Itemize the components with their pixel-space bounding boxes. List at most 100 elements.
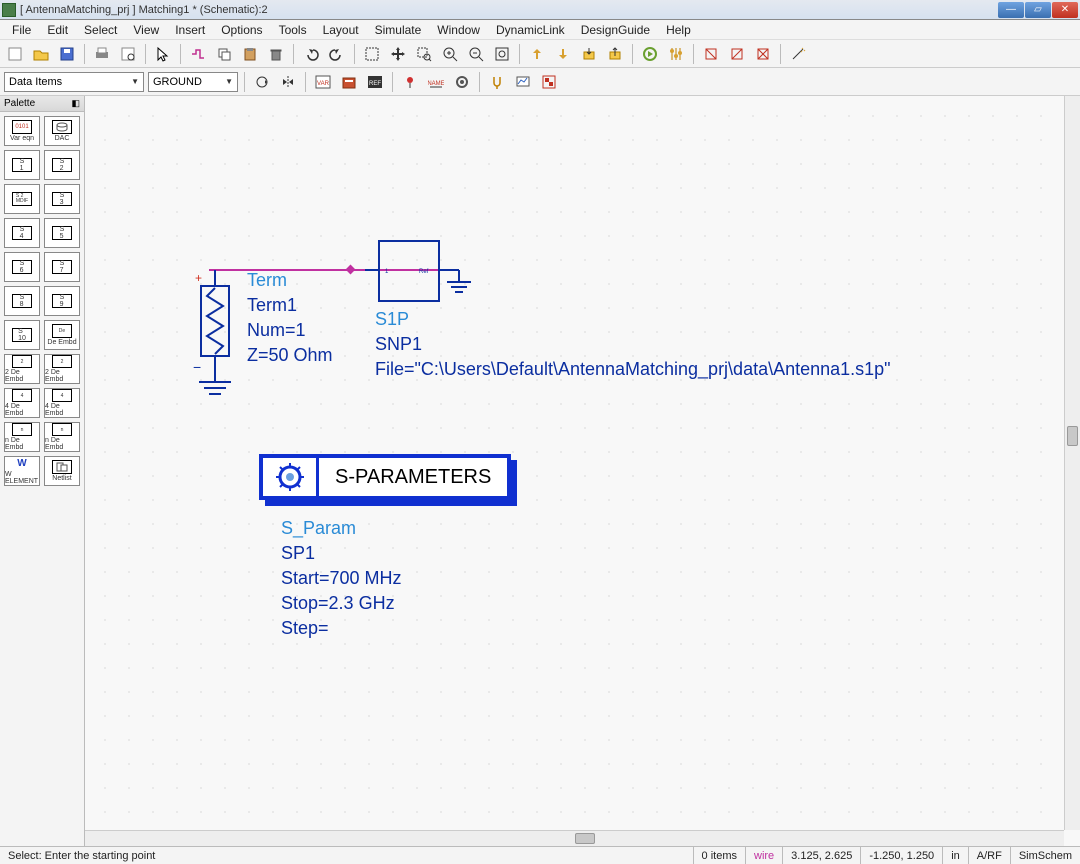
pop-button[interactable]	[604, 43, 626, 65]
save-button[interactable]	[56, 43, 78, 65]
deactivate-button[interactable]	[700, 43, 722, 65]
term-z-label[interactable]: Z=50 Ohm	[247, 345, 333, 366]
palette-s7[interactable]: S7S 7	[44, 252, 80, 282]
component-library-button[interactable]	[338, 71, 360, 93]
palette-deembd-4b[interactable]: 44 De Embd	[44, 388, 80, 418]
menu-dynamiclink[interactable]: DynamicLink	[488, 21, 573, 39]
vertical-scrollbar[interactable]	[1064, 96, 1080, 830]
undo-button[interactable]	[300, 43, 322, 65]
menu-layout[interactable]: Layout	[315, 21, 367, 39]
pointer-button[interactable]	[152, 43, 174, 65]
sparam-type-label[interactable]: S_Param	[281, 518, 356, 539]
layout-button[interactable]	[538, 71, 560, 93]
gear-button[interactable]	[451, 71, 473, 93]
sparam-stop-label[interactable]: Stop=2.3 GHz	[281, 593, 395, 614]
palette-s2mdif[interactable]: S 2MDIFS 2 MDIF	[4, 184, 40, 214]
mirror-button[interactable]	[277, 71, 299, 93]
tune-button[interactable]	[665, 43, 687, 65]
palette-s6[interactable]: S6S 6	[4, 252, 40, 282]
hierarchy-up-button[interactable]	[526, 43, 548, 65]
menu-insert[interactable]: Insert	[167, 21, 213, 39]
close-button[interactable]: ✕	[1052, 2, 1078, 18]
zoom-in-button[interactable]	[439, 43, 461, 65]
snp-file-label[interactable]: File="C:\Users\Default\AntennaMatching_p…	[375, 359, 891, 380]
push-button[interactable]	[578, 43, 600, 65]
port-button[interactable]	[399, 71, 421, 93]
print-preview-button[interactable]	[117, 43, 139, 65]
delete-button[interactable]	[265, 43, 287, 65]
palette-s3[interactable]: S3S 3	[44, 184, 80, 214]
tuning-fork-button[interactable]	[486, 71, 508, 93]
palette-netlist[interactable]: Netlist	[44, 456, 80, 486]
paste-button[interactable]	[239, 43, 261, 65]
open-circuit-button[interactable]	[752, 43, 774, 65]
menu-tools[interactable]: Tools	[271, 21, 315, 39]
open-button[interactable]	[30, 43, 52, 65]
menu-file[interactable]: File	[4, 21, 39, 39]
palette-s8[interactable]: S8S 8	[4, 286, 40, 316]
scrollbar-thumb[interactable]	[575, 833, 595, 844]
scrollbar-thumb[interactable]	[1067, 426, 1078, 446]
hierarchy-down-button[interactable]	[552, 43, 574, 65]
menu-simulate[interactable]: Simulate	[367, 21, 430, 39]
category-combo[interactable]: Data Items▼	[4, 72, 144, 92]
new-button[interactable]	[4, 43, 26, 65]
palette-dac[interactable]: DAC	[44, 116, 80, 146]
schematic-canvas[interactable]: + − Term Term1 Num=1 Z=50 Ohm 1 Ref	[85, 96, 1064, 830]
simulate-button[interactable]	[639, 43, 661, 65]
palette-s9[interactable]: S9S 9	[44, 286, 80, 316]
data-display-button[interactable]	[512, 71, 534, 93]
maximize-button[interactable]: ▱	[1025, 2, 1051, 18]
palette-s10[interactable]: S10S 10	[4, 320, 40, 350]
palette-deembd-2a[interactable]: 22 De Embd	[4, 354, 40, 384]
copy-button[interactable]	[213, 43, 235, 65]
sparam-start-label[interactable]: Start=700 MHz	[281, 568, 402, 589]
select-rect-button[interactable]	[361, 43, 383, 65]
menu-help[interactable]: Help	[658, 21, 699, 39]
palette-pin-icon[interactable]: ◧	[71, 98, 80, 109]
zoom-out-button[interactable]	[465, 43, 487, 65]
menu-designguide[interactable]: DesignGuide	[573, 21, 658, 39]
term-num-label[interactable]: Num=1	[247, 320, 306, 341]
menu-view[interactable]: View	[125, 21, 167, 39]
menu-options[interactable]: Options	[213, 21, 270, 39]
palette-s2[interactable]: S2S 2	[44, 150, 80, 180]
short-button[interactable]	[726, 43, 748, 65]
name-button[interactable]: NAME	[425, 71, 447, 93]
snp-component[interactable]: 1 Ref	[365, 240, 495, 318]
palette-deembd-1[interactable]: DeDe Embd	[44, 320, 80, 350]
palette-deembd-nb[interactable]: nn De Embd	[44, 422, 80, 452]
snp-name-label[interactable]: SNP1	[375, 334, 422, 355]
redo-button[interactable]	[326, 43, 348, 65]
sparam-name-label[interactable]: SP1	[281, 543, 315, 564]
palette-welement[interactable]: WW ELEMENT	[4, 456, 40, 486]
palette-s5[interactable]: S5S 5	[44, 218, 80, 248]
rotate-button[interactable]	[251, 71, 273, 93]
palette-vareqn[interactable]: 0101Var eqn	[4, 116, 40, 146]
sparam-step-label[interactable]: Step=	[281, 618, 329, 639]
term-component[interactable]: + −	[187, 264, 247, 424]
term-name-label[interactable]: Term1	[247, 295, 297, 316]
zoom-fit-button[interactable]	[491, 43, 513, 65]
print-button[interactable]	[91, 43, 113, 65]
palette-s4[interactable]: S4S 4	[4, 218, 40, 248]
menu-select[interactable]: Select	[76, 21, 125, 39]
minimize-button[interactable]: —	[998, 2, 1024, 18]
palette-s1[interactable]: S1S 1	[4, 150, 40, 180]
palette-deembd-4a[interactable]: 44 De Embd	[4, 388, 40, 418]
wire-button[interactable]	[187, 43, 209, 65]
zoom-area-button[interactable]	[413, 43, 435, 65]
component-combo[interactable]: GROUND▼	[148, 72, 238, 92]
palette-deembd-2b[interactable]: 22 De Embd	[44, 354, 80, 384]
snp-type-label[interactable]: S1P	[375, 309, 409, 330]
ref-button[interactable]: REF	[364, 71, 386, 93]
menu-window[interactable]: Window	[429, 21, 488, 39]
move-button[interactable]	[387, 43, 409, 65]
wand-button[interactable]	[787, 43, 809, 65]
term-type-label[interactable]: Term	[247, 270, 287, 291]
horizontal-scrollbar[interactable]	[85, 830, 1064, 846]
menu-edit[interactable]: Edit	[39, 21, 76, 39]
palette-deembd-na[interactable]: nn De Embd	[4, 422, 40, 452]
var-button[interactable]: VAR	[312, 71, 334, 93]
sparam-block[interactable]: S-PARAMETERS	[259, 454, 511, 500]
